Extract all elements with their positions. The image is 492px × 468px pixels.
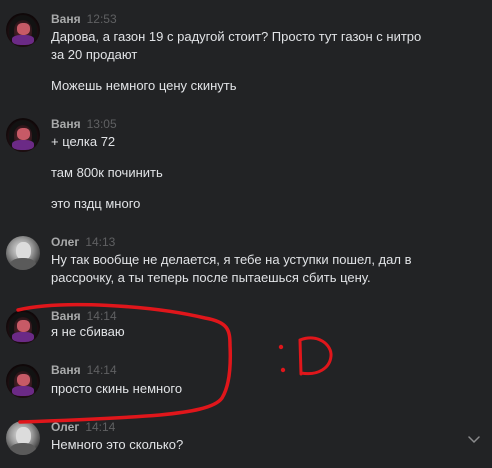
chevron-down-icon[interactable] <box>467 436 481 446</box>
avatar[interactable] <box>6 118 40 152</box>
author-name[interactable]: Ваня <box>51 12 81 26</box>
avatar[interactable] <box>6 13 40 47</box>
red-ink-colon-dot <box>278 344 284 350</box>
message-time: 14:13 <box>85 235 116 249</box>
message-text: + целка 72 <box>51 134 116 149</box>
message-time: 13:05 <box>86 117 117 131</box>
chat-window: Ваня 12:53 Дарова, а газон 19 с радугой с… <box>0 0 492 468</box>
message-text: Немного это сколько? <box>51 437 184 452</box>
author-name[interactable]: Ваня <box>51 363 81 377</box>
message-time: 14:14 <box>86 309 117 323</box>
message-time: 12:53 <box>86 12 117 26</box>
message-time: 14:14 <box>86 363 117 377</box>
message-text: я не сбиваю <box>51 324 125 339</box>
message-text: Дарова, а газон 19 с радугой стоит? Прос… <box>51 29 422 62</box>
message-text: там 800к починить <box>51 165 163 180</box>
author-name[interactable]: Ваня <box>51 117 81 131</box>
avatar[interactable] <box>6 364 40 398</box>
message-text: просто скинь немного <box>51 381 183 396</box>
author-name[interactable]: Олег <box>51 420 79 434</box>
message-time: 14:14 <box>85 420 116 434</box>
red-ink-d-letter <box>298 336 333 376</box>
author-name[interactable]: Олег <box>51 235 79 249</box>
avatar[interactable] <box>6 310 40 344</box>
avatar[interactable] <box>6 421 40 455</box>
author-name[interactable]: Ваня <box>51 309 81 323</box>
message-text: Можешь немного цену скинуть <box>51 78 237 93</box>
message-text: Ну так вообще не делается, я тебе на уст… <box>51 252 412 285</box>
avatar[interactable] <box>6 236 40 270</box>
message-text: это пздц много <box>51 196 141 211</box>
red-ink-colon-dot <box>280 367 286 373</box>
